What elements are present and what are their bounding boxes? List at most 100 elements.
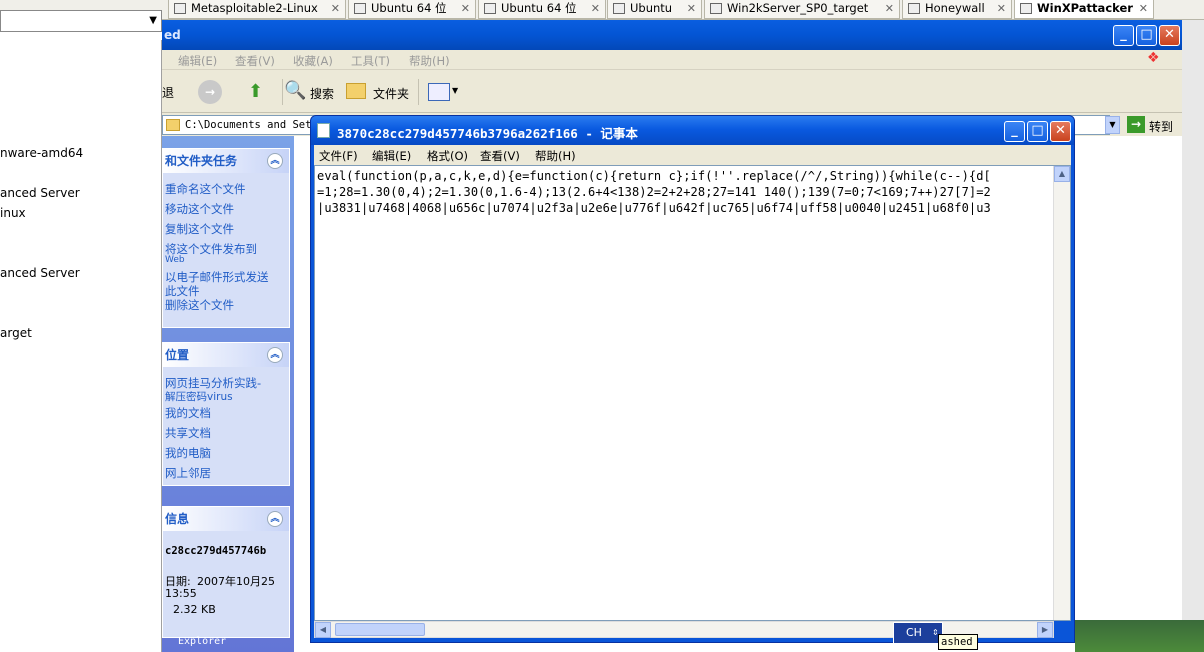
vm-list-item[interactable]: anced Server xyxy=(0,266,80,280)
explorer-toolbar: 退 → ⬆ 🔍 搜索 文件夹 ▼ xyxy=(162,71,1182,113)
menu-help[interactable]: 帮助(H) xyxy=(409,53,450,69)
file-tasks-header[interactable]: 和文件夹任务 ︽ xyxy=(163,149,289,173)
copy-link[interactable]: 复制这个文件 xyxy=(165,221,234,237)
place-link-my-computer[interactable]: 我的电脑 xyxy=(165,445,211,461)
file-tasks-panel: 和文件夹任务 ︽ 重命名这个文件 移动这个文件 复制这个文件 将这个文件发布到 W… xyxy=(162,148,290,328)
vm-tab-ubuntu[interactable]: Ubuntu ✕ xyxy=(607,0,702,19)
place-link[interactable]: 解压密码virus xyxy=(165,389,233,404)
background-window-edge xyxy=(1182,20,1204,652)
notepad-title: 3870c28cc279d457746b3796a262f166 - 记事本 xyxy=(337,126,638,141)
vm-tab-honeywall[interactable]: Honeywall ✕ xyxy=(902,0,1012,19)
rename-link[interactable]: 重命名这个文件 xyxy=(165,181,246,197)
vm-list-item[interactable]: inux xyxy=(0,206,26,220)
notepad-text-area[interactable]: eval(function(p,a,c,k,e,d){e=function(c)… xyxy=(314,165,1071,621)
vm-icon xyxy=(1020,3,1032,14)
scroll-up-icon[interactable]: ▲ xyxy=(1054,166,1070,182)
close-icon[interactable]: ✕ xyxy=(885,0,894,17)
vm-tab-ubuntu64-2[interactable]: Ubuntu 64 位 ✕ xyxy=(478,0,606,19)
vm-icon xyxy=(613,3,625,14)
ime-language-indicator[interactable]: CH ⇕ xyxy=(893,622,943,644)
menu-format[interactable]: 格式(O) xyxy=(427,148,468,164)
vm-tab-winxpattacker[interactable]: WinXPattacker ✕ xyxy=(1014,0,1154,19)
close-icon[interactable]: ✕ xyxy=(331,0,340,17)
search-icon[interactable]: 🔍 xyxy=(284,80,308,104)
chevron-down-icon[interactable]: ▼ xyxy=(452,86,458,95)
menu-favorites[interactable]: 收藏(A) xyxy=(293,53,333,69)
menu-tools[interactable]: 工具(T) xyxy=(351,53,390,69)
menu-view[interactable]: 查看(V) xyxy=(235,53,275,69)
place-link-my-documents[interactable]: 我的文档 xyxy=(165,405,211,421)
menu-help[interactable]: 帮助(H) xyxy=(535,148,576,164)
place-link-network[interactable]: 网上邻居 xyxy=(165,465,211,481)
maximize-button[interactable]: □ xyxy=(1027,121,1048,142)
close-icon[interactable]: ✕ xyxy=(1139,0,1148,17)
details-date-value: 2007年10月25 xyxy=(197,575,275,588)
vm-tab-metasploitable[interactable]: Metasploitable2-Linux ✕ xyxy=(168,0,346,19)
close-button[interactable]: ✕ xyxy=(1159,25,1180,46)
desktop-background xyxy=(1075,620,1204,652)
search-button[interactable]: 搜索 xyxy=(310,85,334,102)
forward-icon[interactable]: → xyxy=(198,80,222,104)
vm-icon xyxy=(354,3,366,14)
folder-icon xyxy=(166,119,180,131)
details-panel: 信息 ︽ c28cc279d457746b 日期: 2007年10月25 13:5… xyxy=(162,506,290,638)
close-icon[interactable]: ✕ xyxy=(997,0,1006,17)
vm-tab-strip: Metasploitable2-Linux ✕ Ubuntu 64 位 ✕ Ubun… xyxy=(0,0,1204,20)
vm-icon xyxy=(908,3,920,14)
menu-edit[interactable]: 编辑(E) xyxy=(372,148,411,164)
notepad-titlebar: 3870c28cc279d457746b3796a262f166 - 记事本 _… xyxy=(311,116,1074,145)
maximize-button[interactable]: □ xyxy=(1136,25,1157,46)
vm-icon xyxy=(710,3,722,14)
vertical-scrollbar[interactable]: ▲ xyxy=(1053,166,1070,620)
close-icon[interactable]: ✕ xyxy=(591,0,600,17)
menu-view[interactable]: 查看(V) xyxy=(480,148,520,164)
move-link[interactable]: 移动这个文件 xyxy=(165,201,234,217)
details-time: 13:55 xyxy=(165,587,197,600)
collapse-icon[interactable]: ︽ xyxy=(267,153,283,169)
close-icon[interactable]: ✕ xyxy=(461,0,470,17)
vm-list-item[interactable]: nware-amd64 xyxy=(0,146,83,160)
delete-link[interactable]: 删除这个文件 xyxy=(165,297,234,313)
explorer-titlebar: ed _ □ ✕ xyxy=(162,20,1182,50)
notepad-icon xyxy=(317,123,330,138)
back-button-label[interactable]: 退 xyxy=(162,84,174,101)
other-places-header[interactable]: 位置 ︽ xyxy=(163,343,289,367)
menu-edit[interactable]: 编辑(E) xyxy=(178,53,217,69)
go-arrow-icon[interactable]: → xyxy=(1127,116,1145,133)
details-size: 2.32 KB xyxy=(173,603,216,616)
collapse-icon[interactable]: ︽ xyxy=(267,511,283,527)
explorer-title: ed xyxy=(164,28,181,42)
views-icon[interactable] xyxy=(428,83,450,101)
vm-list-item[interactable]: anced Server xyxy=(0,186,80,200)
close-button[interactable]: ✕ xyxy=(1050,121,1071,142)
go-button[interactable]: 转到 xyxy=(1149,118,1173,135)
menu-file[interactable]: 文件(F) xyxy=(319,148,358,164)
chevron-down-icon[interactable]: ▼ xyxy=(149,15,157,26)
publish-link-web[interactable]: Web xyxy=(165,255,185,265)
collapse-icon[interactable]: ︽ xyxy=(267,347,283,363)
scroll-left-icon[interactable]: ◀ xyxy=(315,622,331,638)
folders-button[interactable]: 文件夹 xyxy=(373,85,409,102)
details-filename: c28cc279d457746b xyxy=(165,545,267,557)
other-places-panel: 位置 ︽ 网页挂马分析实践- 解压密码virus 我的文档 共享文档 我的电脑 网… xyxy=(162,342,290,486)
windows-logo-icon: ❖ xyxy=(1147,50,1160,66)
close-icon[interactable]: ✕ xyxy=(687,0,696,17)
explorer-menubar: 编辑(E) 查看(V) 收藏(A) 工具(T) 帮助(H) ❖ xyxy=(162,50,1182,70)
vm-tab-win2kserver[interactable]: Win2kServer_SP0_target ✕ xyxy=(704,0,900,19)
place-link-shared-documents[interactable]: 共享文档 xyxy=(165,425,211,441)
vm-icon xyxy=(484,3,496,14)
up-folder-icon[interactable]: ⬆ xyxy=(248,80,272,104)
minimize-button[interactable]: _ xyxy=(1004,121,1025,142)
toolbar-divider xyxy=(282,79,283,105)
details-header[interactable]: 信息 ︽ xyxy=(163,507,289,531)
chevron-down-icon[interactable]: ▼ xyxy=(1105,116,1120,134)
minimize-button[interactable]: _ xyxy=(1113,25,1134,46)
scroll-thumb[interactable] xyxy=(335,623,425,636)
scroll-right-icon[interactable]: ▶ xyxy=(1037,622,1053,638)
vm-list-item[interactable]: arget xyxy=(0,326,32,340)
vm-tab-ubuntu64-1[interactable]: Ubuntu 64 位 ✕ xyxy=(348,0,476,19)
folders-icon[interactable] xyxy=(346,83,366,99)
code-line: =1;28=1.30(0,4);2=1.30(0,1.6-4);13(2.6+4… xyxy=(317,185,991,199)
library-search-combo[interactable]: ▼ xyxy=(0,10,162,32)
vm-library-pane: nware-amd64 anced Server inux anced Serv… xyxy=(0,40,162,652)
